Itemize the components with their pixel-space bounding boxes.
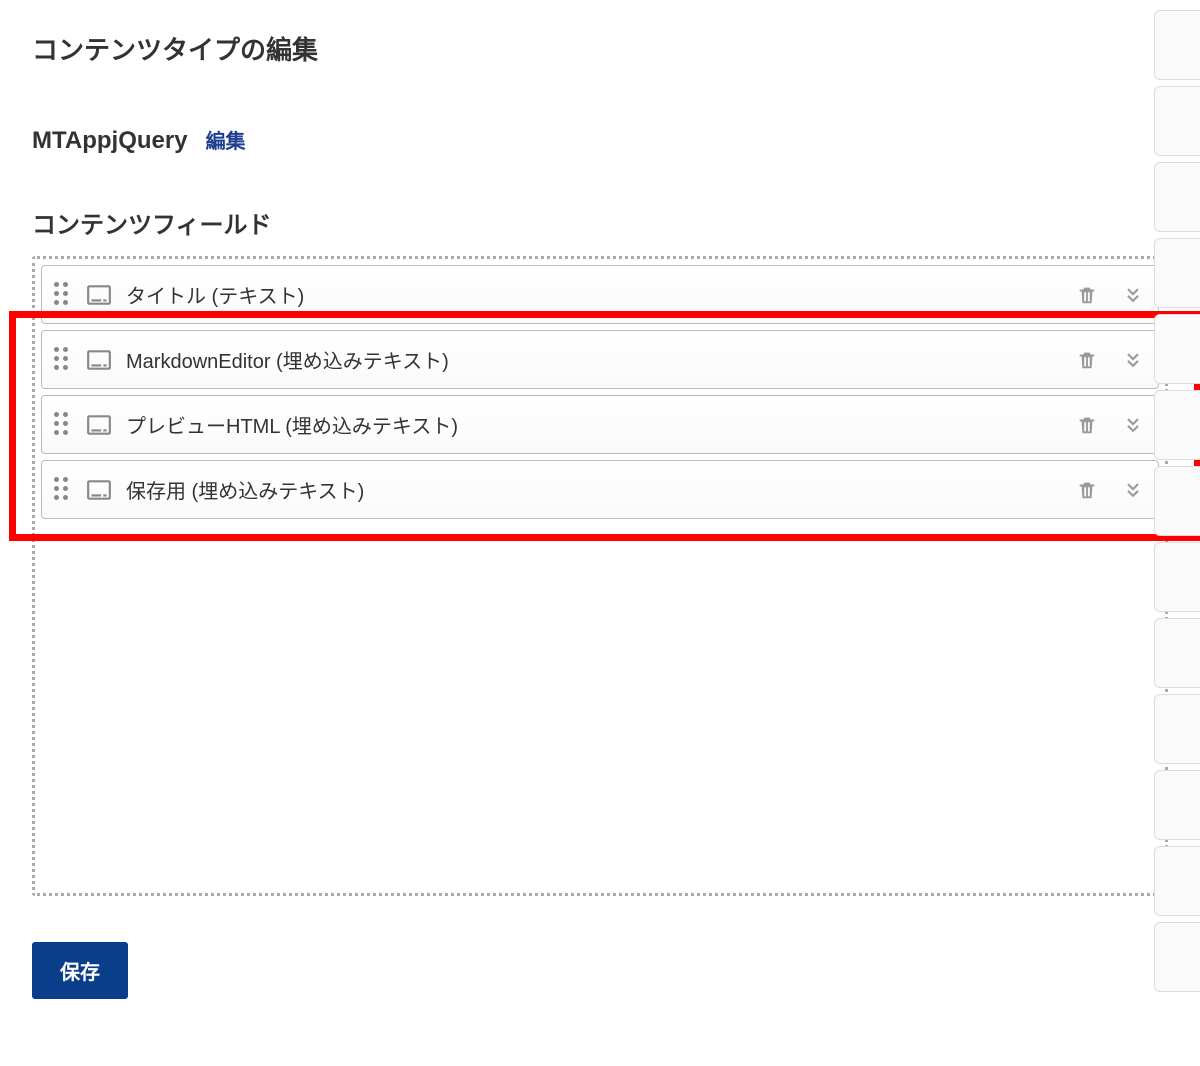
drag-handle-icon[interactable] (54, 347, 72, 373)
rail-stub[interactable] (1154, 846, 1200, 916)
expand-icon[interactable] (1120, 282, 1146, 308)
expand-icon[interactable] (1120, 477, 1146, 503)
row-actions (1074, 282, 1146, 308)
page-title: コンテンツタイプの編集 (32, 30, 1168, 67)
field-label: 保存用 (埋め込みテキスト) (126, 475, 1060, 504)
field-row[interactable]: MarkdownEditor (埋め込みテキスト) (41, 330, 1159, 389)
content-type-header: MTAppjQuery 編集 (32, 125, 1168, 155)
rail-stub[interactable] (1154, 10, 1200, 80)
drag-handle-icon[interactable] (54, 477, 72, 503)
text-field-icon (86, 282, 112, 308)
row-actions (1074, 347, 1146, 373)
rail-stub[interactable] (1154, 694, 1200, 764)
text-field-icon (86, 477, 112, 503)
drag-handle-icon[interactable] (54, 282, 72, 308)
text-field-icon (86, 347, 112, 373)
delete-icon[interactable] (1074, 412, 1100, 438)
rail-stub[interactable] (1154, 770, 1200, 840)
rail-stub[interactable] (1154, 466, 1200, 536)
field-label: プレビューHTML (埋め込みテキスト) (126, 410, 1060, 439)
row-actions (1074, 477, 1146, 503)
right-rail (1154, 0, 1200, 1066)
field-row[interactable]: タイトル (テキスト) (41, 265, 1159, 324)
text-field-icon (86, 412, 112, 438)
save-button[interactable]: 保存 (32, 942, 128, 999)
rail-stub[interactable] (1154, 390, 1200, 460)
rail-stub[interactable] (1154, 922, 1200, 992)
field-label: MarkdownEditor (埋め込みテキスト) (126, 345, 1060, 374)
field-row[interactable]: 保存用 (埋め込みテキスト) (41, 460, 1159, 519)
expand-icon[interactable] (1120, 412, 1146, 438)
edit-link[interactable]: 編集 (206, 125, 246, 154)
row-actions (1074, 412, 1146, 438)
rail-stub[interactable] (1154, 86, 1200, 156)
drag-handle-icon[interactable] (54, 412, 72, 438)
section-title: コンテンツフィールド (32, 205, 1168, 240)
delete-icon[interactable] (1074, 477, 1100, 503)
rail-stub[interactable] (1154, 542, 1200, 612)
rail-stub[interactable] (1154, 618, 1200, 688)
field-row[interactable]: プレビューHTML (埋め込みテキスト) (41, 395, 1159, 454)
rail-stub[interactable] (1154, 162, 1200, 232)
rail-stub[interactable] (1154, 314, 1200, 384)
rail-stub[interactable] (1154, 238, 1200, 308)
delete-icon[interactable] (1074, 347, 1100, 373)
expand-icon[interactable] (1120, 347, 1146, 373)
delete-icon[interactable] (1074, 282, 1100, 308)
field-label: タイトル (テキスト) (126, 280, 1060, 309)
fields-container[interactable]: タイトル (テキスト) MarkdownEditor (埋め込みテキスト) (32, 256, 1168, 896)
content-type-name: MTAppjQuery (32, 127, 188, 155)
